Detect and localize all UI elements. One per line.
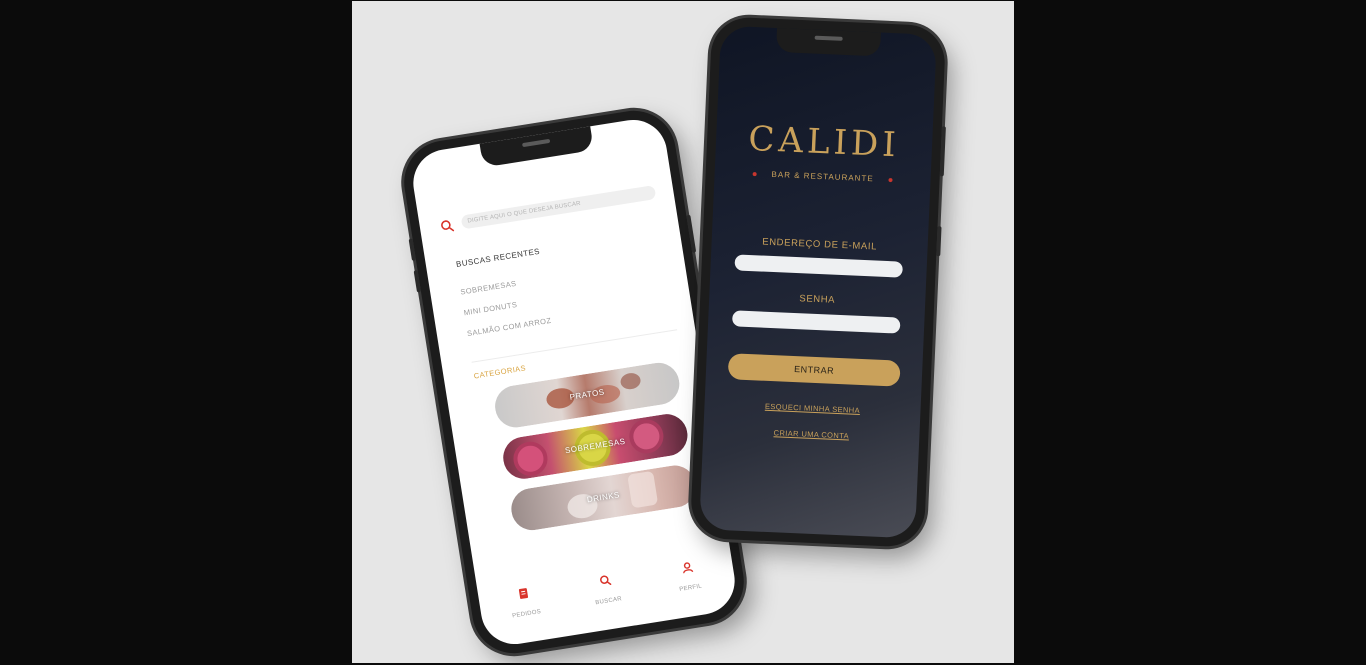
tab-label: PERFIL <box>678 583 703 594</box>
search-icon <box>600 575 612 586</box>
speaker <box>522 138 551 148</box>
tab-perfil[interactable]: PERFIL <box>662 558 717 598</box>
tab-label: BUSCAR <box>595 596 623 607</box>
side-button <box>936 226 942 257</box>
recent-searches-title: BUSCAS RECENTES <box>455 246 541 269</box>
tab-label: PEDIDOS <box>511 609 542 620</box>
section-divider <box>471 329 678 363</box>
login-screen: CALIDI BAR & RESTAURANTE ENDEREÇO DE E-M… <box>699 25 937 539</box>
search-icon <box>441 220 455 232</box>
recent-search-item[interactable]: SOBREMESAS <box>460 279 517 297</box>
tab-pedidos[interactable]: PEDIDOS <box>498 584 553 624</box>
forgot-password-link[interactable]: ESQUECI MINHA SENHA <box>704 399 920 417</box>
search-screen: DIGITE AQUI O QUE DESEJA BUSCAR BUSCAS R… <box>408 115 740 649</box>
brand-logo: CALIDI <box>747 118 901 166</box>
email-field[interactable] <box>734 254 903 278</box>
brand-subtitle: BAR & RESTAURANTE <box>771 169 874 184</box>
search-bar[interactable]: DIGITE AQUI O QUE DESEJA BUSCAR <box>439 185 657 235</box>
email-label: ENDEREÇO DE E-MAIL <box>762 236 878 253</box>
search-input[interactable]: DIGITE AQUI O QUE DESEJA BUSCAR <box>460 185 657 230</box>
recent-search-item[interactable]: SALMÃO COM ARROZ <box>466 316 552 338</box>
profile-icon <box>683 562 694 574</box>
categories-title: CATEGORIAS <box>473 363 527 381</box>
speaker <box>814 35 843 41</box>
password-label: SENHA <box>799 293 836 306</box>
login-button[interactable]: ENTRAR <box>727 353 901 387</box>
power-button <box>939 126 946 177</box>
login-phone: CALIDI BAR & RESTAURANTE ENDEREÇO DE E-M… <box>689 16 947 548</box>
password-field[interactable] <box>731 310 901 334</box>
create-account-link[interactable]: CRIAR UMA CONTA <box>703 425 919 443</box>
orders-icon <box>518 588 529 599</box>
bottom-tab-bar: PEDIDOS BUSCAR PERFIL <box>476 542 736 627</box>
mockup-stage: DIGITE AQUI O QUE DESEJA BUSCAR BUSCAS R… <box>352 1 1014 663</box>
recent-search-item[interactable]: MINI DONUTS <box>463 300 518 317</box>
tab-buscar[interactable]: BUSCAR <box>580 571 635 611</box>
